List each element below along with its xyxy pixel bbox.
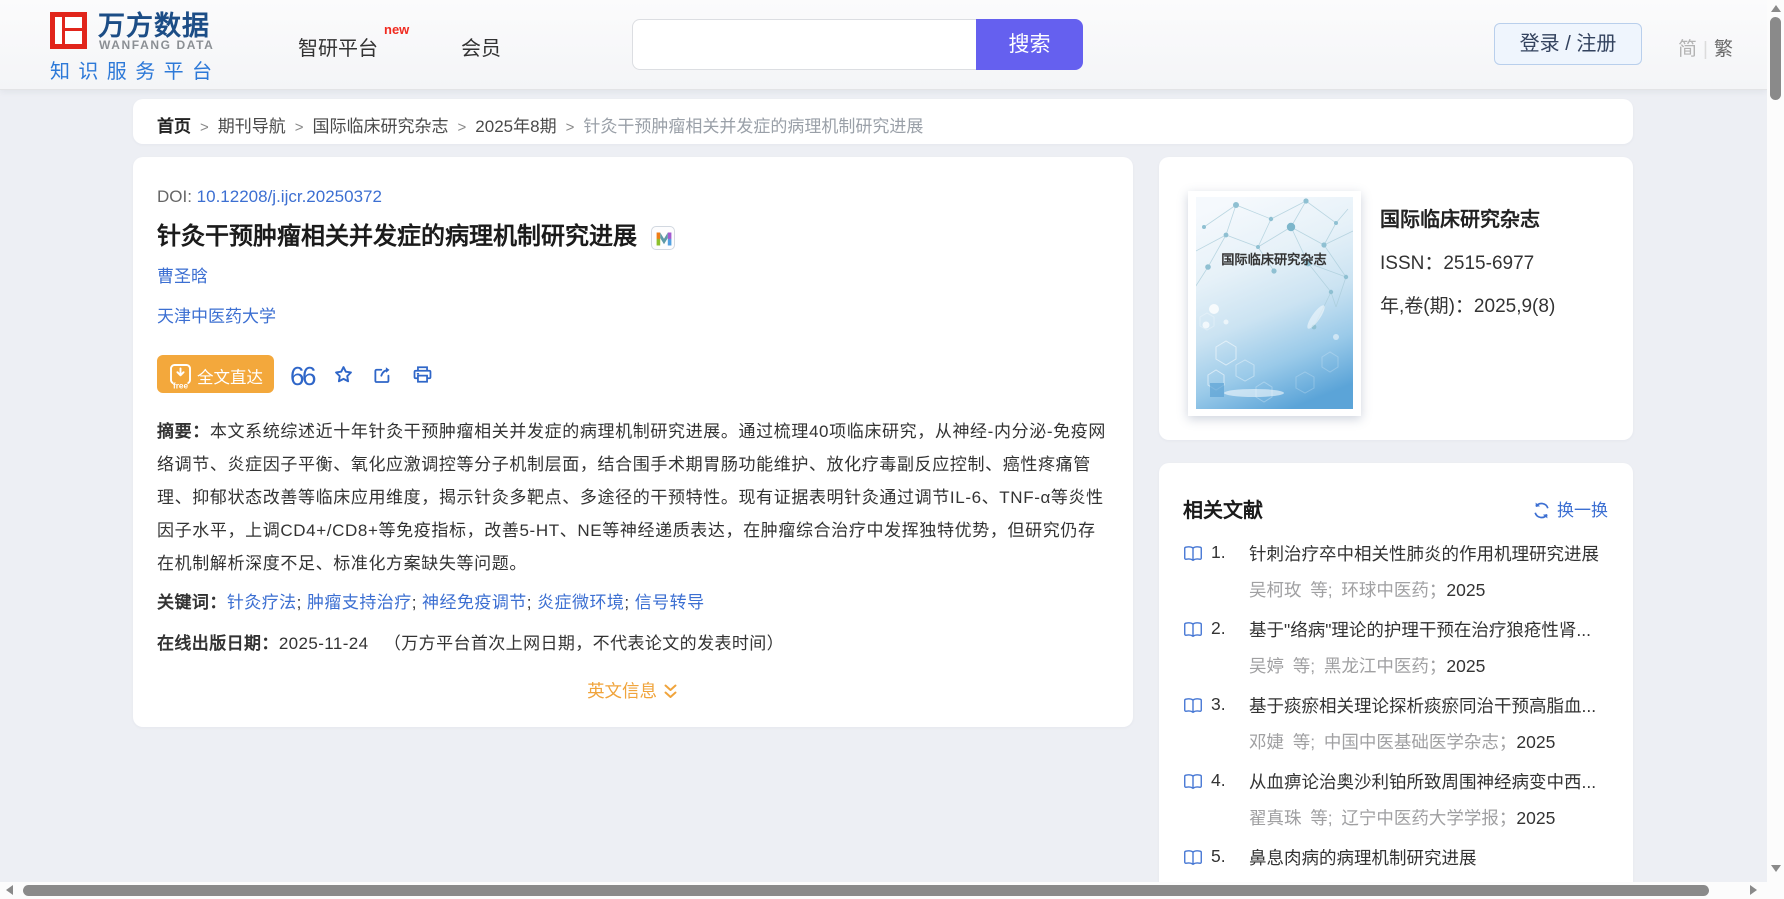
svg-text:free: free [173,382,188,391]
svg-text:国际临床研究杂志: 国际临床研究杂志 [1221,251,1327,267]
